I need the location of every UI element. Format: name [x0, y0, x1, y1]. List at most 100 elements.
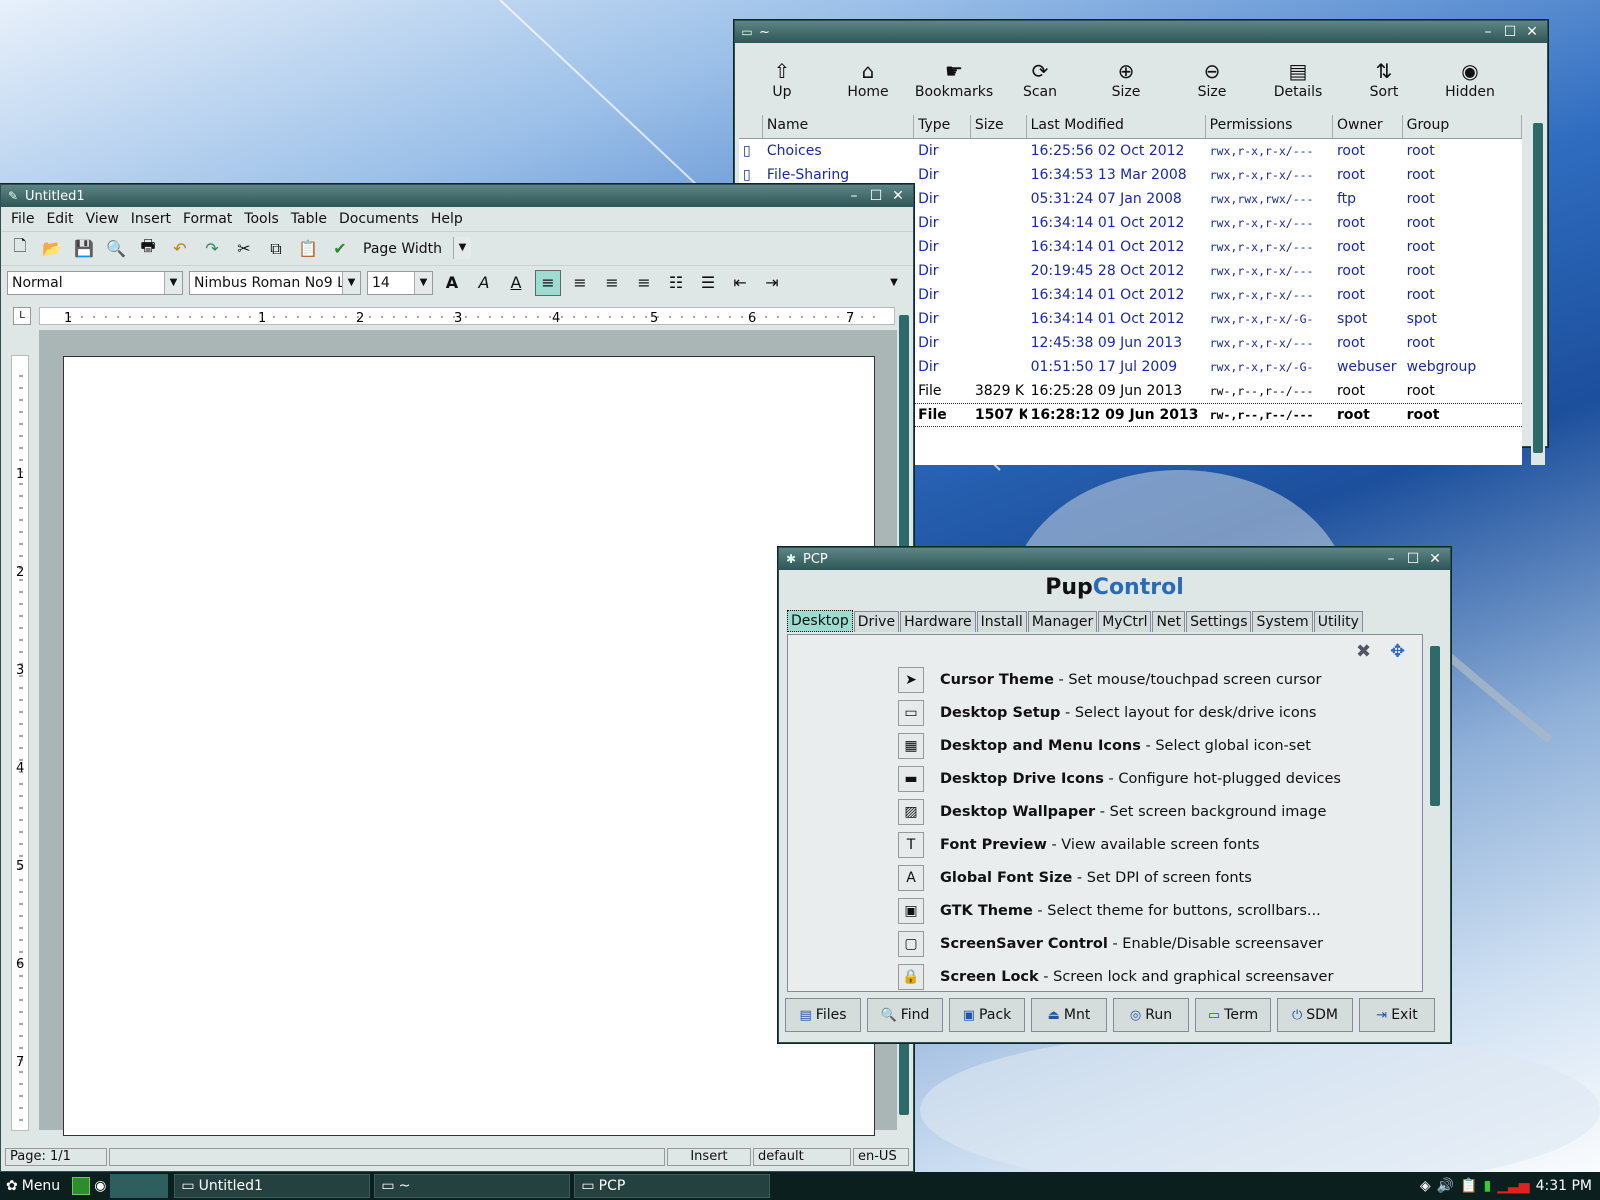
- toolbar-button-2[interactable]: ☛ Bookmarks: [911, 45, 997, 113]
- column-header[interactable]: Group: [1403, 115, 1522, 138]
- drive-icon[interactable]: ▬: [898, 766, 924, 792]
- desktop-icon[interactable]: ▭: [898, 700, 924, 726]
- pcp-item[interactable]: A Global Font Size - Set DPI of screen fo…: [898, 863, 1252, 893]
- task-button[interactable]: ▭ ~: [374, 1174, 571, 1198]
- underline-icon[interactable]: A: [503, 270, 529, 296]
- task-button[interactable]: ▭ PCP: [574, 1174, 771, 1198]
- pcp-item[interactable]: 🔒 Screen Lock - Screen lock and graphical…: [898, 962, 1333, 991]
- column-header[interactable]: Type: [914, 115, 971, 138]
- files-button[interactable]: ▤ Files: [785, 998, 861, 1032]
- menu-view[interactable]: View: [80, 211, 125, 227]
- font-size-icon[interactable]: A: [898, 865, 924, 891]
- tab-hardware[interactable]: Hardware: [900, 611, 976, 632]
- justify-icon[interactable]: ≡: [631, 270, 657, 296]
- tab-manager[interactable]: Manager: [1027, 611, 1098, 632]
- indent-icon[interactable]: ⇥: [759, 270, 785, 296]
- file-list-scrollbar[interactable]: [1531, 115, 1545, 465]
- chevron-down-icon[interactable]: ▼: [453, 236, 471, 259]
- toolbar-button-0[interactable]: ⇧ Up: [739, 45, 825, 113]
- toolbar-button-5[interactable]: ⊖ Size: [1169, 45, 1255, 113]
- scrollbar-thumb[interactable]: [1430, 646, 1440, 806]
- numbered-list-icon[interactable]: ☷: [663, 270, 689, 296]
- minimize-icon[interactable]: –: [1477, 24, 1499, 40]
- pcp-item[interactable]: ▬ Desktop Drive Icons - Configure hot-plu…: [898, 764, 1341, 794]
- lock-icon[interactable]: 🔒: [898, 964, 924, 990]
- term-button[interactable]: ▭ Term: [1195, 998, 1271, 1032]
- tab-install[interactable]: Install: [976, 611, 1027, 632]
- pcp-item[interactable]: ▢ ScreenSaver Control - Enable/Disable sc…: [898, 929, 1323, 959]
- copy-icon[interactable]: ⧉: [263, 236, 289, 262]
- chevron-down-icon[interactable]: ▼: [414, 271, 432, 294]
- network-icon[interactable]: ◈: [1420, 1178, 1431, 1194]
- tab-desktop[interactable]: Desktop: [787, 610, 853, 632]
- font-icon[interactable]: T: [898, 832, 924, 858]
- menu-format[interactable]: Format: [177, 211, 238, 227]
- clock[interactable]: 4:31 PM: [1536, 1178, 1592, 1194]
- toolbar-button-8[interactable]: ◉ Hidden: [1427, 45, 1513, 113]
- browser-icon[interactable]: ◉: [94, 1178, 106, 1194]
- print-icon[interactable]: 🖶: [135, 236, 161, 262]
- vertical-ruler[interactable]: 1234567: [11, 355, 29, 1131]
- show-desktop-icon[interactable]: [72, 1177, 91, 1195]
- pcp-item[interactable]: ▦ Desktop and Menu Icons - Select global …: [898, 731, 1311, 761]
- open-folder-icon[interactable]: 📂: [39, 236, 65, 262]
- toolbar-overflow-icon[interactable]: ▼: [881, 270, 907, 296]
- workspace-switcher[interactable]: [110, 1174, 169, 1198]
- chevron-down-icon[interactable]: ▼: [342, 271, 360, 294]
- chevron-down-icon[interactable]: ▼: [164, 271, 182, 294]
- toolbar-button-6[interactable]: ▤ Details: [1255, 45, 1341, 113]
- undo-icon[interactable]: ↶: [167, 236, 193, 262]
- italic-icon[interactable]: A: [471, 270, 497, 296]
- tab-system[interactable]: System: [1252, 611, 1313, 632]
- find-button[interactable]: 🔍 Find: [867, 998, 943, 1032]
- pcp-item[interactable]: T Font Preview - View available screen fo…: [898, 830, 1260, 860]
- pcp-item[interactable]: ▣ GTK Theme - Select theme for buttons, s…: [898, 896, 1321, 926]
- maximize-icon[interactable]: ☐: [1499, 24, 1521, 40]
- close-icon[interactable]: ✕: [1521, 24, 1543, 40]
- bold-icon[interactable]: A: [439, 270, 465, 296]
- tab-utility[interactable]: Utility: [1313, 611, 1363, 632]
- save-icon[interactable]: 💾: [71, 236, 97, 262]
- print-preview-icon[interactable]: 🔍: [103, 236, 129, 262]
- font-size-select[interactable]: 14 ▼: [367, 270, 433, 295]
- pcp-scrollbar[interactable]: [1428, 634, 1442, 992]
- cut-icon[interactable]: ✂: [231, 236, 257, 262]
- menu-insert[interactable]: Insert: [125, 211, 177, 227]
- file-manager-titlebar[interactable]: ▭ ~ – ☐ ✕: [735, 21, 1547, 43]
- spellcheck-icon[interactable]: ✔: [327, 236, 353, 262]
- wallpaper-icon[interactable]: ▨: [898, 799, 924, 825]
- bullet-list-icon[interactable]: ☰: [695, 270, 721, 296]
- cursor-icon[interactable]: ➤: [898, 667, 924, 693]
- column-header[interactable]: Name: [763, 115, 915, 138]
- menu-table[interactable]: Table: [285, 211, 333, 227]
- file-row[interactable]: ▯ Choices Dir 16:25:56 02 Oct 2012 rwx,r-x,r…: [739, 139, 1522, 163]
- icons-grid-icon[interactable]: ▦: [898, 733, 924, 759]
- paste-icon[interactable]: 📋: [295, 236, 321, 262]
- font-select[interactable]: Nimbus Roman No9 L ▼: [189, 270, 361, 295]
- document-page[interactable]: [63, 356, 875, 1136]
- mnt-button[interactable]: ⏏ Mnt: [1031, 998, 1107, 1032]
- tab-settings[interactable]: Settings: [1186, 611, 1252, 632]
- monitor-icon[interactable]: ▢: [898, 931, 924, 957]
- tab-stop-icon[interactable]: L: [13, 307, 31, 325]
- menu-documents[interactable]: Documents: [333, 211, 425, 227]
- redo-icon[interactable]: ↷: [199, 236, 225, 262]
- minimize-icon[interactable]: –: [843, 188, 865, 204]
- pcp-item[interactable]: ➤ Cursor Theme - Set mouse/touchpad scree…: [898, 665, 1321, 695]
- pcp-item[interactable]: ▭ Desktop Setup - Select layout for desk/…: [898, 698, 1316, 728]
- close-icon[interactable]: ✕: [1424, 551, 1446, 567]
- volume-icon[interactable]: 🔊: [1437, 1178, 1454, 1194]
- new-document-icon[interactable]: 🗋: [7, 236, 33, 262]
- task-button[interactable]: ▭ Untitled1: [174, 1174, 371, 1198]
- toolbar-button-7[interactable]: ⇅ Sort: [1341, 45, 1427, 113]
- column-header[interactable]: Owner: [1333, 115, 1403, 138]
- column-header[interactable]: Last Modified: [1027, 115, 1206, 138]
- battery-icon[interactable]: ▮: [1484, 1178, 1492, 1194]
- tab-net[interactable]: Net: [1152, 611, 1186, 632]
- menu-help[interactable]: Help: [425, 211, 469, 227]
- scrollbar-thumb[interactable]: [1533, 123, 1543, 453]
- column-header[interactable]: Permissions: [1206, 115, 1333, 138]
- toolbar-button-3[interactable]: ⟳ Scan: [997, 45, 1083, 113]
- horizontal-ruler[interactable]: 1 1 2 3 4 5 6 7: [39, 307, 895, 326]
- align-left-icon[interactable]: ≡: [535, 269, 561, 296]
